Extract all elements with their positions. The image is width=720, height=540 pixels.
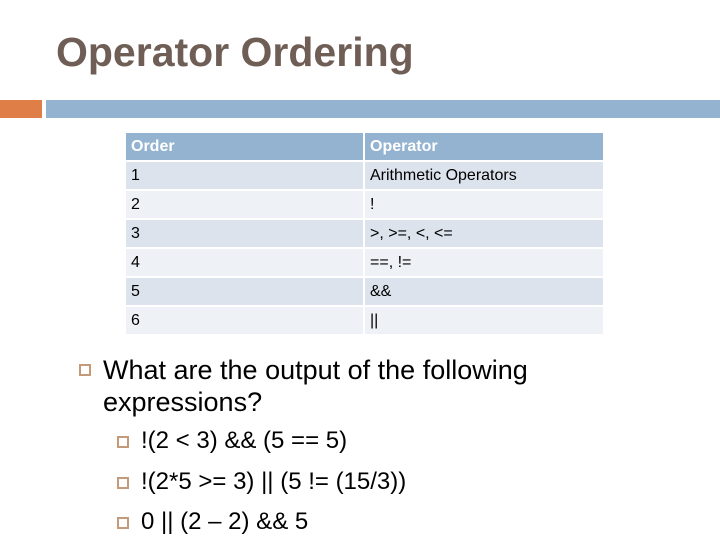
table-row: 1 Arithmetic Operators bbox=[126, 162, 603, 189]
operator-precedence-table: Order Operator 1 Arithmetic Operators 2 … bbox=[124, 131, 605, 336]
expression-item: !(2 < 3) && (5 == 5) bbox=[141, 427, 348, 454]
table-row: 6 || bbox=[126, 307, 603, 334]
cell-order: 4 bbox=[126, 249, 363, 276]
table-row: 3 >, >=, <, <= bbox=[126, 220, 603, 247]
cell-order: 2 bbox=[126, 191, 363, 218]
table-row: 4 ==, != bbox=[126, 249, 603, 276]
cell-order: 6 bbox=[126, 307, 363, 334]
cell-operator: && bbox=[365, 278, 603, 305]
bullet-square-icon bbox=[117, 477, 129, 489]
table-header-row: Order Operator bbox=[126, 133, 603, 160]
cell-operator: Arithmetic Operators bbox=[365, 162, 603, 189]
cell-operator: ! bbox=[365, 191, 603, 218]
slide-title: Operator Ordering bbox=[56, 29, 414, 75]
title-accent-bar bbox=[0, 100, 42, 118]
cell-order: 5 bbox=[126, 278, 363, 305]
cell-order: 1 bbox=[126, 162, 363, 189]
expression-item: 0 || (2 – 2) && 5 bbox=[141, 508, 309, 535]
question-text: What are the output of the following exp… bbox=[103, 355, 528, 417]
header-operator: Operator bbox=[365, 133, 603, 160]
cell-operator: || bbox=[365, 307, 603, 334]
cell-operator: >, >=, <, <= bbox=[365, 220, 603, 247]
bullet-square-icon bbox=[79, 364, 91, 376]
cell-operator: ==, != bbox=[365, 249, 603, 276]
bullet-square-icon bbox=[117, 436, 129, 448]
title-underline-bar bbox=[46, 100, 720, 118]
expression-item: !(2*5 >= 3) || (5 != (15/3)) bbox=[141, 468, 407, 495]
table-row: 2 ! bbox=[126, 191, 603, 218]
cell-order: 3 bbox=[126, 220, 363, 247]
table-row: 5 && bbox=[126, 278, 603, 305]
bullet-square-icon bbox=[117, 517, 129, 529]
header-order: Order bbox=[126, 133, 363, 160]
